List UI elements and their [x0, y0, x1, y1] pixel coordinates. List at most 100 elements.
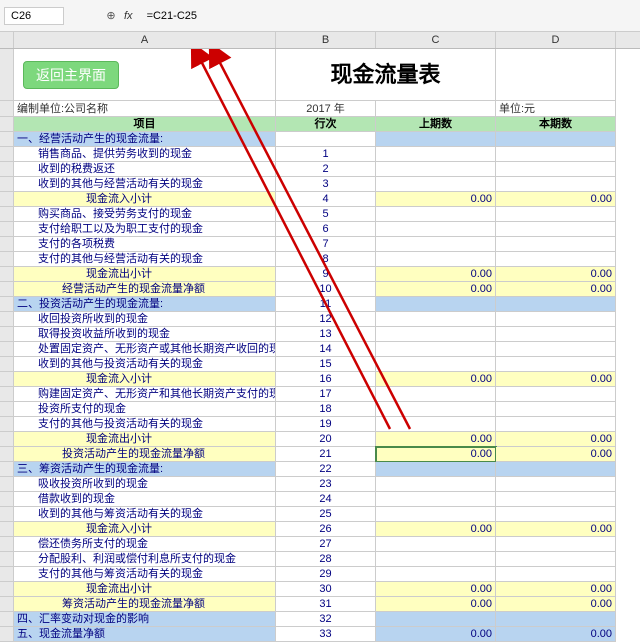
item-cell[interactable]: 销售商品、提供劳务收到的现金: [14, 147, 276, 162]
col-header-c[interactable]: C: [376, 32, 496, 48]
prev-cell[interactable]: [376, 222, 496, 237]
line-cell[interactable]: 14: [276, 342, 376, 357]
row-header[interactable]: [0, 207, 14, 222]
prev-cell[interactable]: [376, 567, 496, 582]
row-header[interactable]: [0, 582, 14, 597]
curr-cell[interactable]: [496, 327, 616, 342]
row-header[interactable]: [0, 537, 14, 552]
curr-cell[interactable]: [496, 312, 616, 327]
curr-cell[interactable]: [496, 207, 616, 222]
line-cell[interactable]: 19: [276, 417, 376, 432]
line-cell[interactable]: 25: [276, 507, 376, 522]
zoom-icon[interactable]: ⊕: [104, 9, 118, 23]
line-cell[interactable]: 1: [276, 147, 376, 162]
prev-cell[interactable]: [376, 162, 496, 177]
curr-cell[interactable]: [496, 357, 616, 372]
row-header[interactable]: [0, 432, 14, 447]
line-cell[interactable]: 10: [276, 282, 376, 297]
line-cell[interactable]: 32: [276, 612, 376, 627]
prev-cell[interactable]: [376, 387, 496, 402]
prev-cell[interactable]: [376, 237, 496, 252]
item-cell[interactable]: 收到的其他与投资活动有关的现金: [14, 357, 276, 372]
line-cell[interactable]: 18: [276, 402, 376, 417]
row-header[interactable]: [0, 237, 14, 252]
prev-cell[interactable]: 0.00: [376, 597, 496, 612]
prev-cell[interactable]: [376, 417, 496, 432]
curr-cell[interactable]: 0.00: [496, 522, 616, 537]
prev-cell[interactable]: 0.00: [376, 522, 496, 537]
prev-cell[interactable]: [376, 132, 496, 147]
item-cell[interactable]: 投资所支付的现金: [14, 402, 276, 417]
row-header[interactable]: [0, 267, 14, 282]
curr-cell[interactable]: 0.00: [496, 282, 616, 297]
curr-cell[interactable]: [496, 567, 616, 582]
row-header[interactable]: [0, 477, 14, 492]
row-header[interactable]: [0, 507, 14, 522]
item-cell[interactable]: 现金流入小计: [14, 522, 276, 537]
formula-input[interactable]: [143, 8, 636, 24]
prev-cell[interactable]: [376, 507, 496, 522]
line-cell[interactable]: 13: [276, 327, 376, 342]
item-cell[interactable]: 五、现金流量净额: [14, 627, 276, 642]
row-header[interactable]: [0, 567, 14, 582]
line-cell[interactable]: 15: [276, 357, 376, 372]
item-cell[interactable]: 购买商品、接受劳务支付的现金: [14, 207, 276, 222]
row-header[interactable]: [0, 357, 14, 372]
curr-cell[interactable]: [496, 252, 616, 267]
row-header[interactable]: [0, 49, 14, 101]
prev-cell[interactable]: 0.00: [376, 582, 496, 597]
item-cell[interactable]: 处置固定资产、无形资产或其他长期资产收回的现金净: [14, 342, 276, 357]
line-cell[interactable]: 21: [276, 447, 376, 462]
line-cell[interactable]: 9: [276, 267, 376, 282]
line-cell[interactable]: 6: [276, 222, 376, 237]
line-cell[interactable]: 23: [276, 477, 376, 492]
row-header[interactable]: [0, 462, 14, 477]
row-header[interactable]: [0, 101, 14, 117]
line-cell[interactable]: 33: [276, 627, 376, 642]
prev-cell[interactable]: [376, 552, 496, 567]
item-cell[interactable]: 支付给职工以及为职工支付的现金: [14, 222, 276, 237]
prev-cell[interactable]: 0.00: [376, 267, 496, 282]
prev-cell[interactable]: [376, 492, 496, 507]
row-header[interactable]: [0, 492, 14, 507]
curr-cell[interactable]: [496, 132, 616, 147]
col-header-b[interactable]: B: [276, 32, 376, 48]
prev-cell[interactable]: 0.00: [376, 447, 496, 462]
line-cell[interactable]: 30: [276, 582, 376, 597]
row-header[interactable]: [0, 117, 14, 132]
col-header-d[interactable]: D: [496, 32, 616, 48]
curr-cell[interactable]: [496, 342, 616, 357]
item-cell[interactable]: 购建固定资产、无形资产和其他长期资产支付的现金: [14, 387, 276, 402]
prev-cell[interactable]: [376, 252, 496, 267]
return-button[interactable]: 返回主界面: [23, 61, 119, 89]
prev-cell[interactable]: 0.00: [376, 627, 496, 642]
prev-cell[interactable]: [376, 207, 496, 222]
row-header[interactable]: [0, 342, 14, 357]
item-cell[interactable]: 支付的其他与经营活动有关的现金: [14, 252, 276, 267]
row-header[interactable]: [0, 597, 14, 612]
item-cell[interactable]: 偿还债务所支付的现金: [14, 537, 276, 552]
line-cell[interactable]: 11: [276, 297, 376, 312]
curr-cell[interactable]: [496, 297, 616, 312]
curr-cell[interactable]: 0.00: [496, 192, 616, 207]
line-cell[interactable]: 31: [276, 597, 376, 612]
col-header-a[interactable]: A: [14, 32, 276, 48]
line-cell[interactable]: 8: [276, 252, 376, 267]
item-cell[interactable]: 筹资活动产生的现金流量净额: [14, 597, 276, 612]
line-cell[interactable]: 20: [276, 432, 376, 447]
curr-cell[interactable]: 0.00: [496, 627, 616, 642]
line-cell[interactable]: 5: [276, 207, 376, 222]
line-cell[interactable]: 26: [276, 522, 376, 537]
item-cell[interactable]: 现金流入小计: [14, 372, 276, 387]
item-cell[interactable]: 吸收投资所收到的现金: [14, 477, 276, 492]
curr-cell[interactable]: 0.00: [496, 432, 616, 447]
item-cell[interactable]: 收回投资所收到的现金: [14, 312, 276, 327]
row-header[interactable]: [0, 192, 14, 207]
row-header[interactable]: [0, 147, 14, 162]
prev-cell[interactable]: 0.00: [376, 282, 496, 297]
line-cell[interactable]: 7: [276, 237, 376, 252]
item-cell[interactable]: 收到的税费返还: [14, 162, 276, 177]
line-cell[interactable]: 3: [276, 177, 376, 192]
curr-cell[interactable]: 0.00: [496, 582, 616, 597]
prev-cell[interactable]: [376, 297, 496, 312]
